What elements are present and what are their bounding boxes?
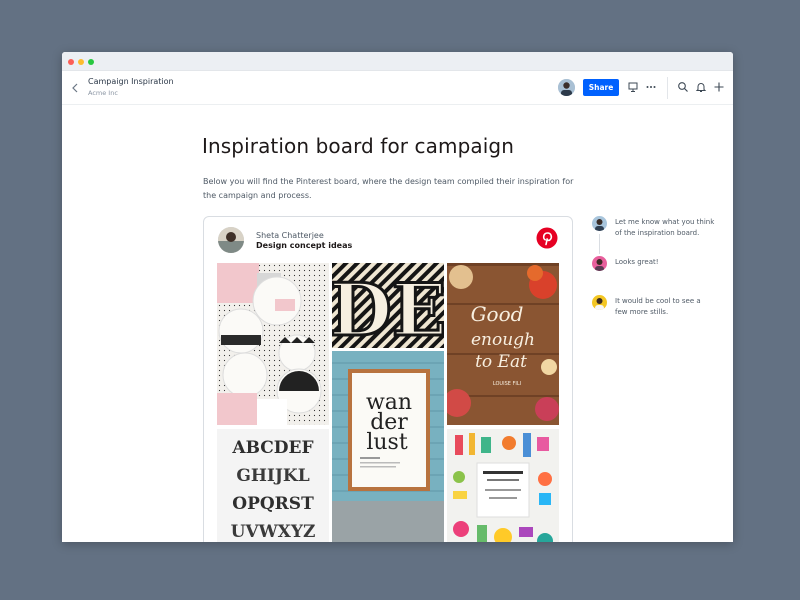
pin-image-wanderlust-poster[interactable]: wan der lust [332, 351, 444, 542]
alphabet-row-3: OPQRST [232, 494, 314, 514]
doc-title[interactable]: Campaign Inspiration [88, 77, 174, 86]
alphabet-row-4: UVWXYZ [231, 522, 316, 542]
embed-author: Sheta Chatterjee [256, 231, 324, 240]
alphabet-row-2: GHIJKL [236, 466, 309, 486]
tile-text-enough: enough [471, 330, 535, 350]
avatar[interactable] [558, 79, 575, 96]
comment-text: Let me know what you think of the inspir… [615, 218, 715, 237]
pin-image-de-typography[interactable]: DE [332, 263, 444, 348]
pin-image-colorful-objects[interactable] [447, 429, 559, 542]
pinterest-logo-icon[interactable] [536, 227, 558, 249]
page-description: Below you will find the Pinterest board,… [203, 177, 574, 200]
pin-image-good-enough-to-eat[interactable]: Good enough to Eat LOUISE FILI [447, 263, 559, 425]
author-avatar [218, 227, 244, 253]
comment-text: Looks great! [615, 258, 659, 266]
bell-icon[interactable] [694, 80, 708, 94]
page-title: Inspiration board for campaign [202, 134, 514, 158]
embed-board-title[interactable]: Design concept ideas [256, 241, 352, 250]
commenter-avatar [592, 216, 607, 231]
window-close-button[interactable] [68, 59, 74, 65]
back-chevron-icon[interactable] [68, 81, 82, 95]
window-minimize-button[interactable] [78, 59, 84, 65]
tile-text-louise-fili: LOUISE FILI [493, 381, 521, 387]
de-tile-text: DE [332, 267, 444, 348]
header-divider [667, 77, 668, 99]
pin-image-alphabet[interactable]: ABCDEF GHIJKL OPQRST UVWXYZ [217, 429, 329, 542]
commenter-avatar [592, 256, 607, 271]
comment-thread-line [599, 234, 600, 254]
doc-header: Campaign Inspiration Acme Inc Share [62, 71, 733, 105]
share-button[interactable]: Share [583, 79, 619, 96]
poster-text-lust: lust [366, 430, 407, 455]
doc-subtitle: Acme Inc [88, 89, 118, 97]
search-icon[interactable] [676, 80, 690, 94]
comment-text: It would be cool to see a few more still… [615, 297, 701, 316]
pin-image-plates[interactable] [217, 263, 329, 425]
window-zoom-button[interactable] [88, 59, 94, 65]
app-window: Campaign Inspiration Acme Inc Share Insp… [62, 52, 733, 542]
document-body: Inspiration board for campaign Below you… [62, 106, 733, 542]
tile-text-to-eat: to Eat [475, 352, 527, 372]
tile-text-good: Good [471, 302, 524, 326]
window-titlebar [62, 52, 733, 71]
plus-icon[interactable] [712, 80, 726, 94]
alphabet-row-1: ABCDEF [231, 438, 313, 458]
pinterest-embed-card[interactable]: Sheta Chatterjee Design concept ideas DE… [203, 216, 573, 542]
more-icon[interactable] [644, 80, 658, 94]
present-icon[interactable] [626, 80, 640, 94]
commenter-avatar [592, 295, 607, 310]
